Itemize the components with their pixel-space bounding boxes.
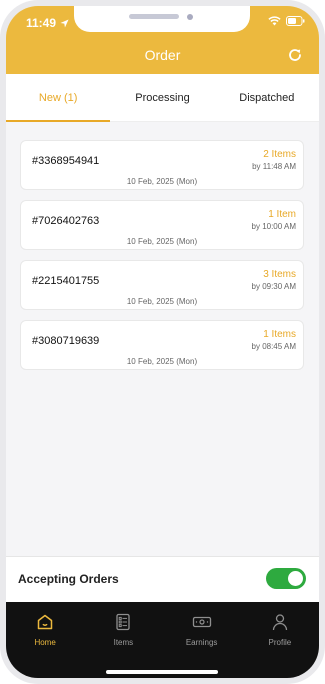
order-deadline: by 10:00 AM (251, 222, 296, 231)
nav-item-profile[interactable]: Profile (241, 602, 319, 678)
nav-items-label: Items (113, 638, 134, 647)
order-id: #3368954941 (32, 155, 100, 167)
home-indicator (106, 670, 218, 674)
order-card[interactable]: #7026402763 1 Item by 10:00 AM 10 Feb, 2… (20, 200, 304, 250)
tab-processing[interactable]: Processing (110, 74, 214, 121)
bottom-nav: Home Items Earnings Profile (6, 602, 319, 678)
order-item-count: 3 Items (263, 269, 296, 280)
order-item-count: 1 Item (268, 209, 296, 220)
wifi-icon (268, 16, 281, 26)
order-list: #3368954941 2 Items by 11:48 AM 10 Feb, … (20, 140, 304, 380)
user-icon (272, 614, 288, 631)
tab-dispatched-label: Dispatched (239, 91, 295, 104)
nav-item-items[interactable]: Items (84, 602, 162, 678)
battery-icon (286, 16, 305, 26)
status-icons (268, 16, 305, 26)
order-card[interactable]: #3080719639 1 Items by 08:45 AM 10 Feb, … (20, 320, 304, 370)
nav-profile-label: Profile (268, 638, 292, 647)
nav-home-label: Home (34, 638, 56, 647)
notch-camera (187, 14, 193, 20)
nav-item-home[interactable]: Home (6, 602, 84, 678)
order-item-count: 1 Items (263, 329, 296, 340)
order-id: #7026402763 (32, 215, 100, 227)
tab-processing-label: Processing (135, 91, 190, 104)
accepting-orders-toggle[interactable] (266, 568, 306, 589)
order-deadline: by 11:48 AM (252, 162, 296, 171)
device-notch (74, 6, 250, 32)
order-id: #2215401755 (32, 275, 100, 287)
order-deadline: by 08:45 AM (251, 342, 296, 351)
tab-new[interactable]: New (1) (6, 74, 111, 122)
tab-dispatched[interactable]: Dispatched (215, 74, 319, 121)
phone-frame: 11:49 Order New (1) Processing Dispatche… (0, 0, 325, 684)
money-icon (192, 616, 211, 628)
home-icon (37, 614, 53, 630)
list-icon (116, 613, 131, 631)
screen: 11:49 Order New (1) Processing Dispatche… (6, 6, 319, 678)
order-date: 10 Feb, 2025 (Mon) (126, 357, 198, 366)
status-time: 11:49 (26, 16, 69, 30)
order-date: 10 Feb, 2025 (Mon) (126, 177, 198, 186)
status-time-text: 11:49 (26, 16, 57, 30)
refresh-icon[interactable] (287, 47, 303, 63)
page-title: Order (144, 47, 181, 63)
tab-new-label: New (1) (38, 91, 78, 104)
order-tabs: New (1) Processing Dispatched (6, 74, 319, 122)
nav-earnings-label: Earnings (185, 638, 218, 647)
nav-item-earnings[interactable]: Earnings (163, 602, 241, 678)
notch-speaker (129, 14, 179, 19)
toggle-knob (288, 571, 303, 586)
location-arrow-icon (60, 18, 69, 28)
accepting-orders-bar: Accepting Orders (6, 556, 319, 604)
app-header: 11:49 Order (6, 6, 319, 74)
order-date: 10 Feb, 2025 (Mon) (126, 237, 198, 246)
order-item-count: 2 Items (263, 149, 296, 160)
order-deadline: by 09:30 AM (251, 282, 296, 291)
order-id: #3080719639 (32, 335, 100, 347)
order-date: 10 Feb, 2025 (Mon) (126, 297, 198, 306)
accepting-orders-label: Accepting Orders (18, 572, 119, 586)
order-card[interactable]: #3368954941 2 Items by 11:48 AM 10 Feb, … (20, 140, 304, 190)
order-card[interactable]: #2215401755 3 Items by 09:30 AM 10 Feb, … (20, 260, 304, 310)
